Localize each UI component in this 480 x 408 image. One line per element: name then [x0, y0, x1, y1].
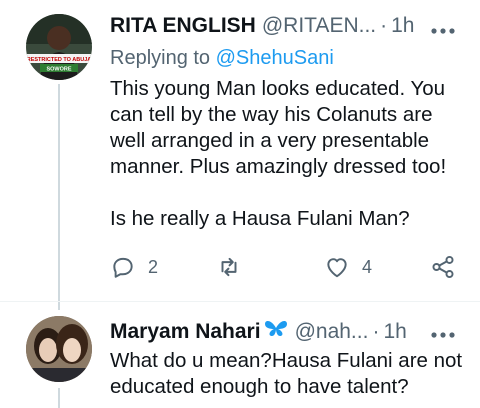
username-handle[interactable]: @nah...: [295, 320, 369, 344]
tweet-actions: 2 4: [110, 254, 460, 284]
thread-line-lower: [58, 388, 60, 408]
replying-to-user-link[interactable]: @ShehuSani: [216, 47, 334, 69]
retweet-button[interactable]: [216, 254, 254, 280]
avatar-caption-1: RESTRICTED TO ABUJA: [27, 57, 92, 63]
display-name[interactable]: Maryam Nahari: [110, 320, 261, 344]
share-icon: [432, 255, 454, 279]
retweet-icon: [221, 257, 237, 277]
tweet-header: RITA ENGLISH @RITAEN... · 1h: [110, 14, 414, 38]
username-handle[interactable]: @RITAEN...: [262, 14, 376, 38]
more-dots-icon: [431, 332, 455, 338]
separator-dot: ·: [380, 14, 388, 37]
more-icon[interactable]: [430, 322, 456, 345]
like-button[interactable]: 4: [324, 254, 372, 280]
avatar-image: [26, 316, 92, 382]
replying-prefix: Replying to: [110, 47, 216, 69]
share-button[interactable]: [430, 254, 456, 280]
reply-icon: [113, 257, 133, 278]
like-count: 4: [362, 256, 373, 277]
tweet-rita-english[interactable]: RESTRICTED TO ABUJA SOWORE RITA ENGLISH …: [0, 0, 480, 310]
thread-line: [58, 84, 60, 310]
tweet-text: What do u mean?Hausa Fulani are not educ…: [110, 349, 468, 398]
tweet-header: Maryam Nahari @nah... · 1h: [110, 318, 407, 344]
more-icon[interactable]: [430, 18, 456, 41]
timestamp[interactable]: 1h: [391, 14, 414, 38]
separator-dot: ·: [372, 320, 380, 343]
tweet-maryam-nahari[interactable]: Maryam Nahari @nah... · 1h What do u mea…: [0, 302, 480, 408]
reply-button[interactable]: 2: [110, 254, 158, 280]
butterfly-icon: [263, 318, 289, 343]
more-dots-icon: [431, 28, 455, 34]
avatar-maryam-nahari[interactable]: [26, 316, 92, 382]
avatar-image: RESTRICTED TO ABUJA SOWORE: [26, 14, 92, 80]
replying-to-line: Replying to @ShehuSani: [110, 47, 334, 70]
avatar-rita-english[interactable]: RESTRICTED TO ABUJA SOWORE: [26, 14, 92, 80]
tweet-text: This young Man looks educated. You can t…: [110, 77, 447, 230]
timestamp[interactable]: 1h: [383, 320, 406, 344]
reply-count: 2: [148, 256, 159, 277]
avatar-caption-2: SOWORE: [46, 67, 71, 73]
heart-icon: [327, 258, 347, 278]
display-name[interactable]: RITA ENGLISH: [110, 14, 256, 38]
